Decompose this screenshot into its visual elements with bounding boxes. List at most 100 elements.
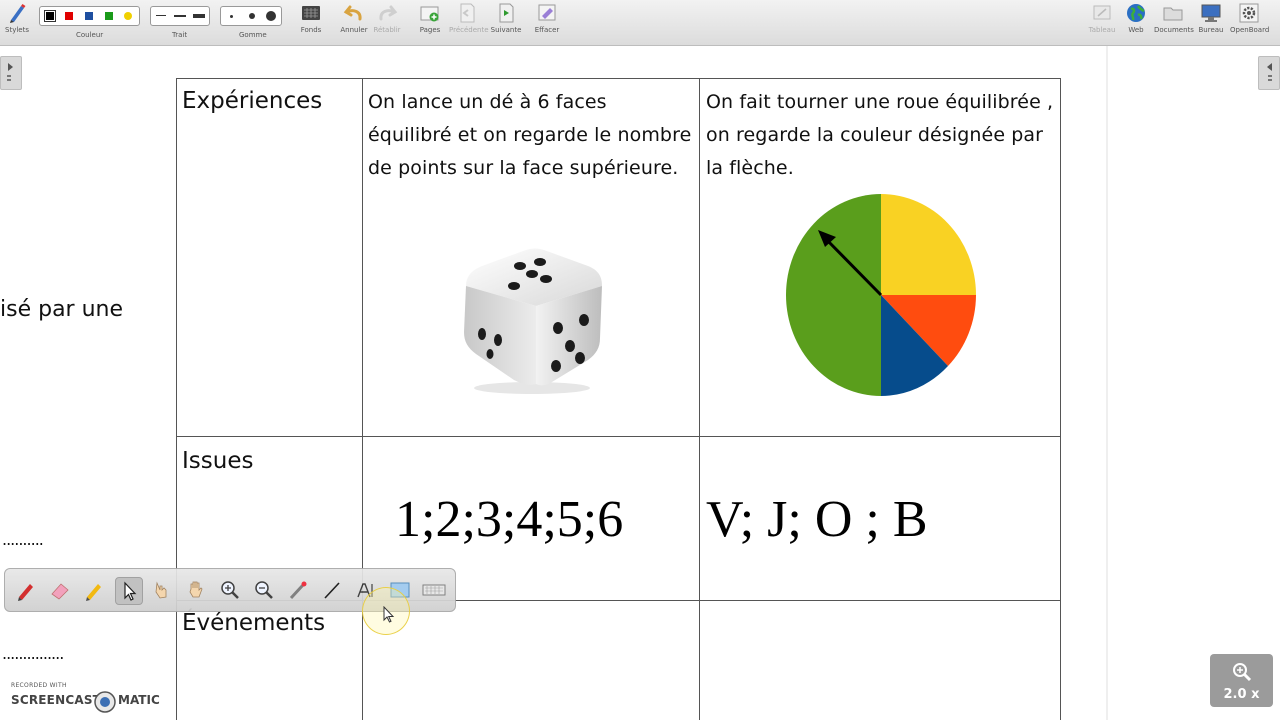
watermark-logo-icon: [94, 691, 116, 713]
experience-wheel-text: On fait tourner une roue équilibrée , on…: [706, 91, 1054, 179]
right-panel-tab[interactable]: [1258, 56, 1280, 90]
right-margin-area: [1106, 46, 1280, 720]
select-tool[interactable]: [115, 577, 143, 605]
magnifier-icon: [1233, 663, 1252, 682]
folder-icon: [1163, 7, 1183, 21]
web-label: Web: [1128, 26, 1144, 34]
suivante-label: Suivante: [490, 26, 522, 34]
line-icon: [324, 582, 340, 599]
next-page-icon: [499, 3, 514, 23]
pen-tool[interactable]: [13, 577, 39, 603]
zoom-out-icon: [255, 581, 273, 599]
color-swatch-red[interactable]: [65, 12, 73, 20]
highlighter-tool[interactable]: [81, 577, 107, 603]
globe-icon: [1127, 4, 1145, 22]
color-wheel-image: [786, 194, 976, 396]
issues-heading: Issues: [182, 448, 254, 474]
add-page-icon: [420, 6, 439, 22]
issues-die: 1;2;3;4;5;6: [395, 491, 624, 548]
color-palette: [39, 6, 140, 26]
desktop-icon: [1201, 4, 1221, 22]
zoom-in-icon: [221, 581, 239, 599]
cursor-arrow-icon: [124, 581, 137, 601]
line-thick-icon[interactable]: [193, 14, 205, 18]
gomme-label: Gomme: [239, 31, 267, 39]
stylets-label: Stylets: [5, 26, 29, 34]
redo-icon: [379, 5, 398, 21]
margin-dots-1: ..........: [2, 530, 44, 549]
interact-tool[interactable]: [149, 577, 175, 603]
zoom-out-tool[interactable]: [251, 577, 277, 603]
effacer-label: Effacer: [534, 26, 560, 34]
clear-page-icon: [538, 4, 556, 21]
keyboard-icon: [422, 584, 446, 596]
laser-pointer-icon: [289, 581, 307, 600]
fonds-button[interactable]: Fonds: [296, 2, 326, 34]
suivante-button[interactable]: Suivante: [490, 2, 522, 34]
wheel-sector-yellow: [881, 194, 976, 295]
annuler-button[interactable]: Annuler: [339, 2, 369, 34]
color-swatch-blue[interactable]: [85, 12, 93, 20]
retablir-button[interactable]: Rétablir: [372, 2, 402, 34]
pan-tool[interactable]: [183, 577, 209, 603]
eraser-size-group: [220, 6, 282, 26]
highlighter-icon: [86, 584, 101, 601]
precedente-button[interactable]: Précédente: [449, 2, 489, 34]
color-swatch-black[interactable]: [44, 10, 56, 22]
hand-icon: [189, 581, 203, 598]
left-panel-tab[interactable]: [0, 56, 22, 90]
openboard-button[interactable]: OpenBoard: [1230, 2, 1270, 34]
eraser-medium-icon[interactable]: [249, 13, 255, 19]
pages-button[interactable]: Pages: [415, 2, 445, 34]
color-swatch-yellow[interactable]: [124, 12, 132, 20]
line-tool[interactable]: [319, 577, 345, 603]
margin-text: isé par une: [0, 297, 124, 322]
zoom-level-label: 2.0 x: [1223, 687, 1260, 702]
board-icon: [1093, 5, 1111, 20]
pen-icon: [10, 4, 26, 23]
precedente-label: Précédente: [449, 26, 489, 34]
eraser-large-icon[interactable]: [266, 11, 276, 21]
laser-pointer-tool[interactable]: [285, 577, 311, 603]
mouse-cursor-icon: [383, 606, 395, 623]
tableau-button[interactable]: Tableau: [1086, 2, 1118, 34]
documents-button[interactable]: Documents: [1154, 2, 1194, 34]
zoom-in-tool[interactable]: [217, 577, 243, 603]
issues-wheel: V; J; O ; B: [706, 491, 928, 548]
annuler-label: Annuler: [340, 26, 368, 34]
zoom-indicator[interactable]: 2.0 x: [1210, 654, 1273, 707]
retablir-label: Rétablir: [373, 26, 401, 34]
pages-label: Pages: [419, 26, 441, 34]
web-button[interactable]: Web: [1122, 2, 1150, 34]
wheel-sector-green: [786, 194, 881, 396]
bureau-label: Bureau: [1198, 26, 1224, 34]
virtual-keyboard-tool[interactable]: [421, 577, 447, 603]
effacer-button[interactable]: Effacer: [532, 2, 562, 34]
stylets-button[interactable]: Stylets: [4, 2, 30, 34]
main-toolbar: Stylets Couleur Trait Gomme Fonds Annule…: [0, 0, 1280, 46]
color-swatch-green[interactable]: [105, 12, 113, 20]
eraser-small-icon[interactable]: [230, 15, 233, 18]
watermark-text-left: SCREENCAST: [11, 693, 102, 707]
watermark-recorded-with: RECORDED WITH: [11, 682, 67, 689]
couleur-label: Couleur: [76, 31, 104, 39]
eraser-tool[interactable]: [47, 577, 73, 603]
experience-die-text: On lance un dé à 6 faces équilibré et on…: [368, 91, 692, 179]
documents-label: Documents: [1154, 26, 1194, 34]
expand-right-icon: [7, 63, 13, 81]
undo-icon: [343, 5, 362, 21]
pen-icon: [18, 584, 33, 601]
die-image: [464, 248, 602, 394]
openboard-label: OpenBoard: [1230, 26, 1270, 34]
line-medium-icon[interactable]: [174, 15, 186, 17]
fonds-label: Fonds: [300, 26, 322, 34]
background-grid-icon: [302, 6, 320, 20]
settings-gear-icon: [1239, 3, 1259, 23]
tableau-label: Tableau: [1088, 26, 1116, 34]
experiences-heading: Expériences: [182, 88, 323, 114]
trait-label: Trait: [172, 31, 188, 39]
line-thin-icon[interactable]: [156, 15, 166, 16]
expand-left-icon: [1267, 63, 1272, 81]
bureau-button[interactable]: Bureau: [1196, 2, 1226, 34]
line-width-group: [150, 6, 210, 26]
